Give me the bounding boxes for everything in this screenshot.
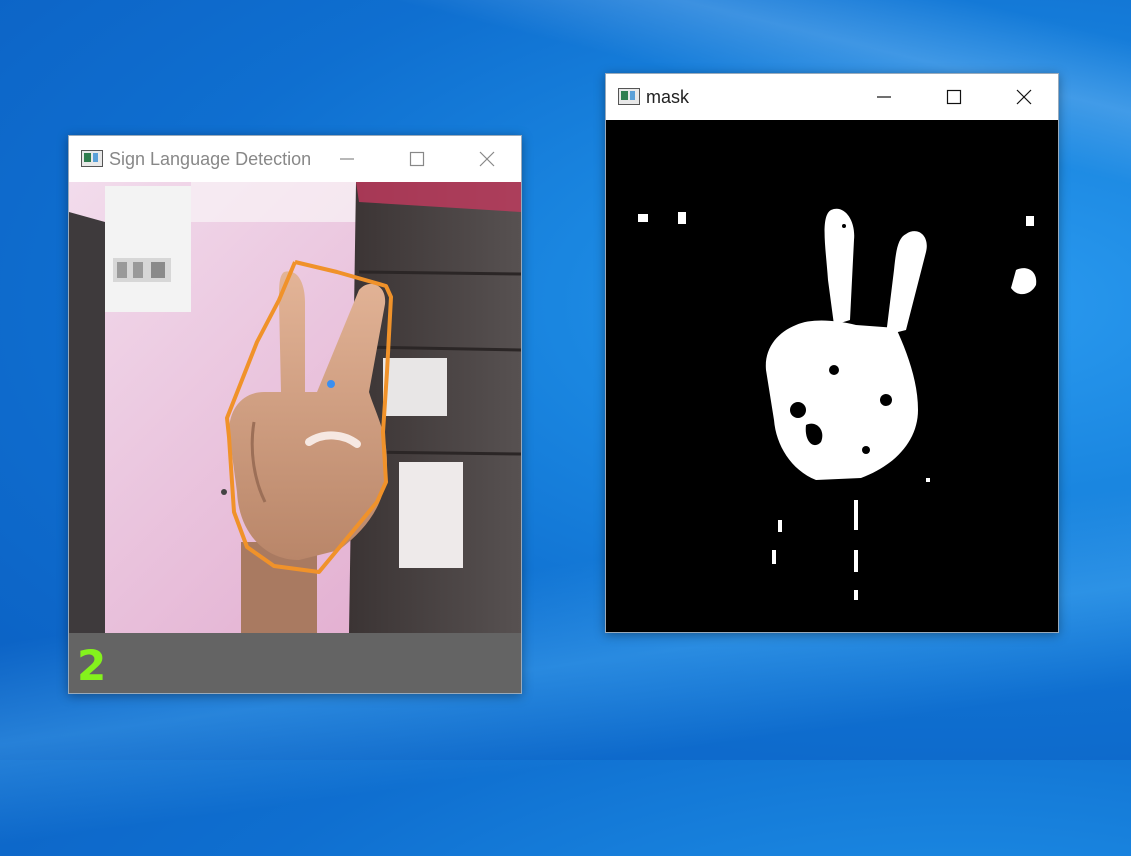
camera-frame: 2 xyxy=(69,182,521,693)
close-button[interactable] xyxy=(994,74,1054,120)
prediction-bar xyxy=(69,633,521,693)
app-window-icon xyxy=(618,88,640,105)
minimize-button[interactable] xyxy=(317,136,377,182)
binary-mask-image xyxy=(606,120,1058,632)
close-icon xyxy=(479,151,495,167)
mask-window-title: mask xyxy=(646,87,690,107)
centroid-marker xyxy=(327,380,335,388)
detection-window[interactable]: Sign Language Detection 2 xyxy=(68,135,522,694)
minimize-icon xyxy=(340,158,354,160)
detection-window-title: Sign Language Detection xyxy=(109,149,312,169)
close-icon xyxy=(1016,89,1032,105)
maximize-icon xyxy=(409,151,425,167)
minimize-button[interactable] xyxy=(854,74,914,120)
close-button[interactable] xyxy=(457,136,517,182)
app-window-icon xyxy=(81,150,103,167)
mask-window[interactable]: mask xyxy=(605,73,1059,633)
minimize-icon xyxy=(877,96,891,98)
mask-titlebar[interactable]: mask xyxy=(606,74,1058,120)
maximize-button[interactable] xyxy=(924,74,984,120)
predicted-sign-label: 2 xyxy=(77,641,107,690)
maximize-button[interactable] xyxy=(387,136,447,182)
camera-feed-image xyxy=(69,182,521,633)
mask-frame xyxy=(606,120,1058,632)
maximize-icon xyxy=(946,89,962,105)
detection-titlebar[interactable]: Sign Language Detection xyxy=(69,136,521,182)
